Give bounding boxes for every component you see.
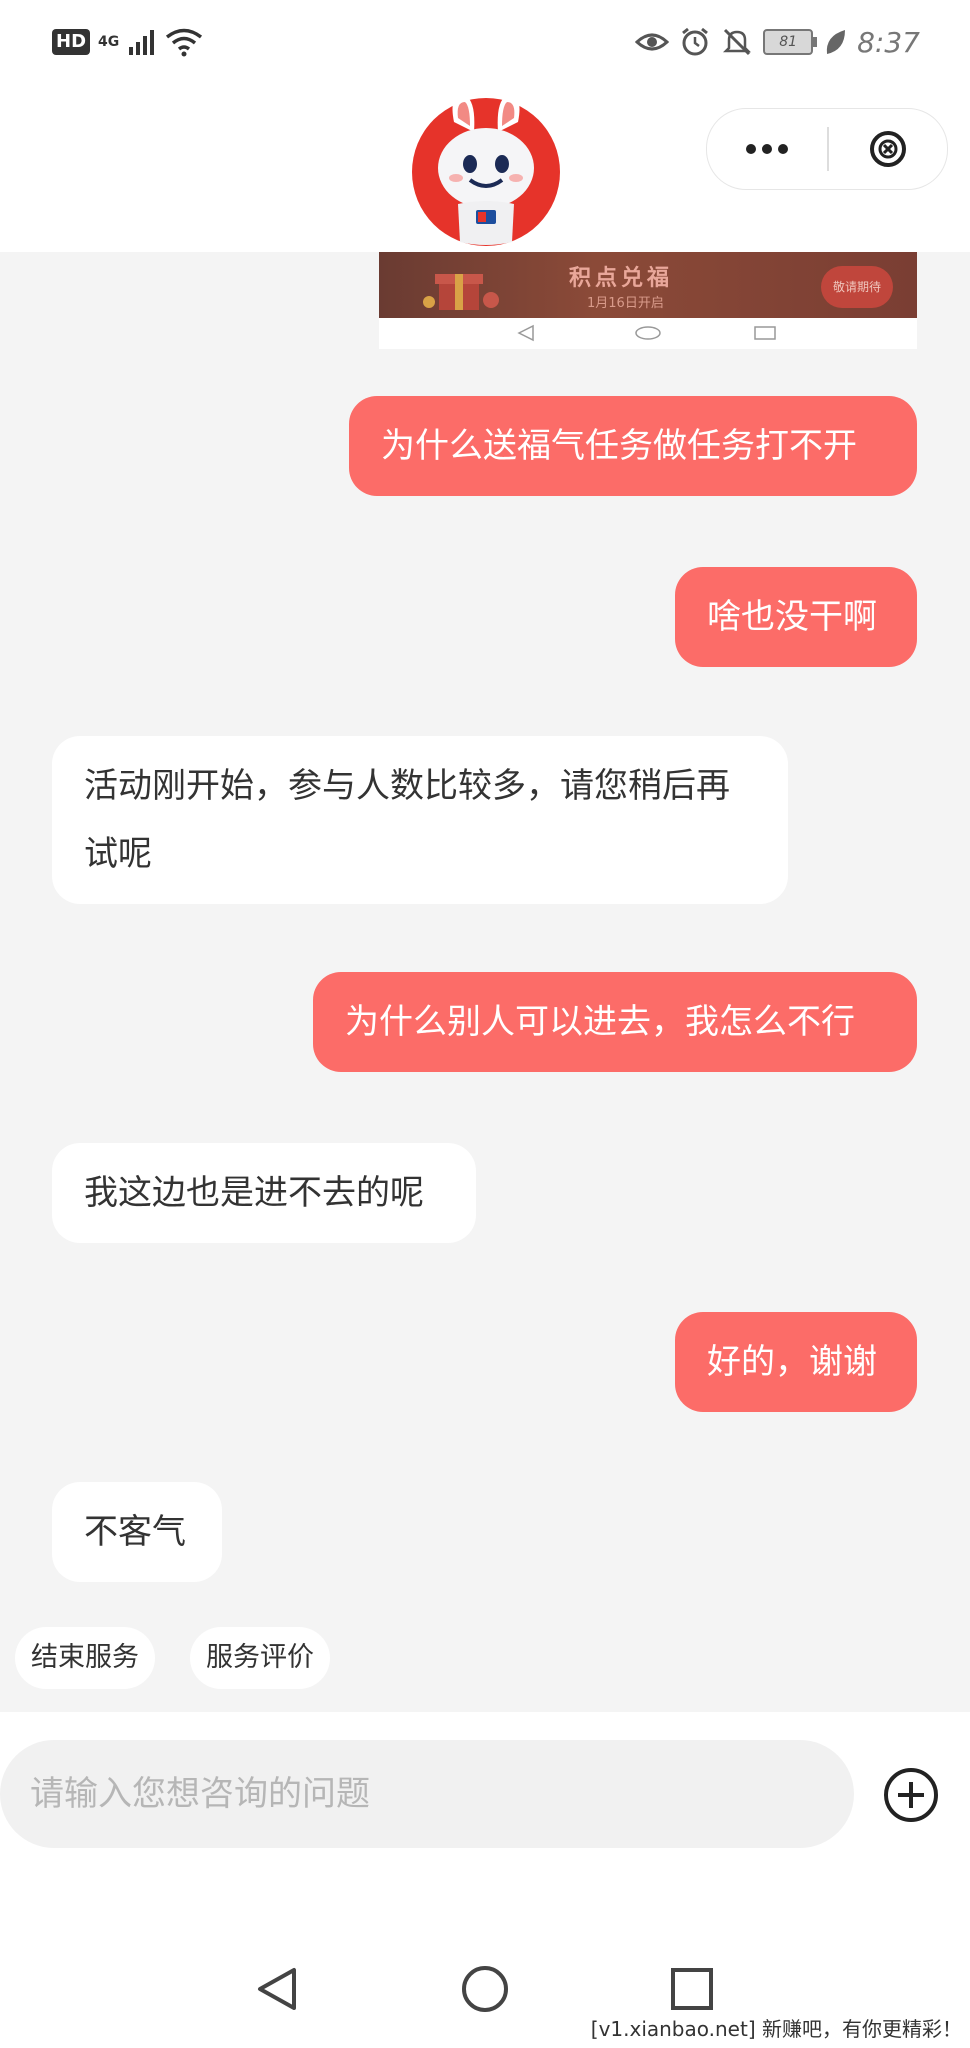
status-left: HD 4G: [52, 22, 203, 62]
close-button[interactable]: [829, 109, 947, 189]
eye-icon: [635, 33, 670, 51]
bot-message: 不客气: [52, 1482, 222, 1582]
header-bar: [0, 80, 970, 252]
recents-icon[interactable]: [665, 1962, 719, 2016]
alarm-icon: [682, 27, 709, 56]
status-right: 81 8:37: [635, 22, 920, 62]
bot-message: 我这边也是进不去的呢: [52, 1143, 476, 1243]
shared-screenshot-image[interactable]: 积点兑福 1月16日开启 敬请期待: [379, 252, 917, 349]
input-area: [0, 1712, 970, 1912]
more-button[interactable]: [707, 109, 827, 189]
mascot-avatar: [412, 95, 560, 246]
leaf-icon: [826, 30, 846, 54]
screenshot-banner-subtitle: 1月16日开启: [587, 296, 664, 311]
more-icon: [746, 144, 788, 154]
end-service-button[interactable]: 结束服务: [15, 1627, 155, 1689]
battery-icon: 81: [763, 29, 818, 55]
system-nav-bar: [v1.xianbao.net] 新赚吧，有你更精彩！: [0, 1912, 970, 2048]
watermark: [v1.xianbao.net] 新赚吧，有你更精彩！: [590, 2017, 962, 2041]
wifi-icon: [166, 28, 203, 57]
screenshot-banner-button: 敬请期待: [821, 266, 893, 308]
hd-badge: HD: [52, 29, 91, 55]
close-icon: [870, 131, 906, 167]
user-message: 好的，谢谢: [675, 1312, 917, 1412]
mute-icon: [723, 28, 752, 56]
screenshot-nav-bar: [517, 324, 776, 342]
user-message: 为什么别人可以进去，我怎么不行: [313, 972, 917, 1072]
back-icon[interactable]: [250, 1962, 304, 2016]
chat-area[interactable]: 积点兑福 1月16日开启 敬请期待 为什么送福气任务做任务打不开 啥也没干啊 活…: [0, 252, 970, 1712]
rate-service-button[interactable]: 服务评价: [190, 1627, 330, 1689]
status-bar: HD 4G 81 8:37: [0, 0, 970, 80]
user-message: 啥也没干啊: [675, 567, 917, 667]
question-input[interactable]: [0, 1740, 854, 1848]
clock: 8:37: [857, 25, 920, 59]
gift-icon: [423, 274, 499, 310]
chat-page: HD 4G 81 8:37 积点兑福 1月16日开启 敬请期待 为什么送福气任务…: [0, 0, 970, 2048]
signal-icon: [129, 30, 155, 55]
user-message: 为什么送福气任务做任务打不开: [349, 396, 917, 496]
miniapp-capsule: [706, 108, 948, 190]
plus-circle-icon[interactable]: [882, 1766, 940, 1824]
network-type: 4G: [98, 34, 120, 50]
bot-message: 活动刚开始，参与人数比较多，请您稍后再试呢: [52, 736, 788, 904]
home-icon[interactable]: [458, 1962, 512, 2016]
screenshot-banner: 积点兑福 1月16日开启 敬请期待: [379, 252, 917, 318]
screenshot-banner-title: 积点兑福: [569, 266, 674, 291]
